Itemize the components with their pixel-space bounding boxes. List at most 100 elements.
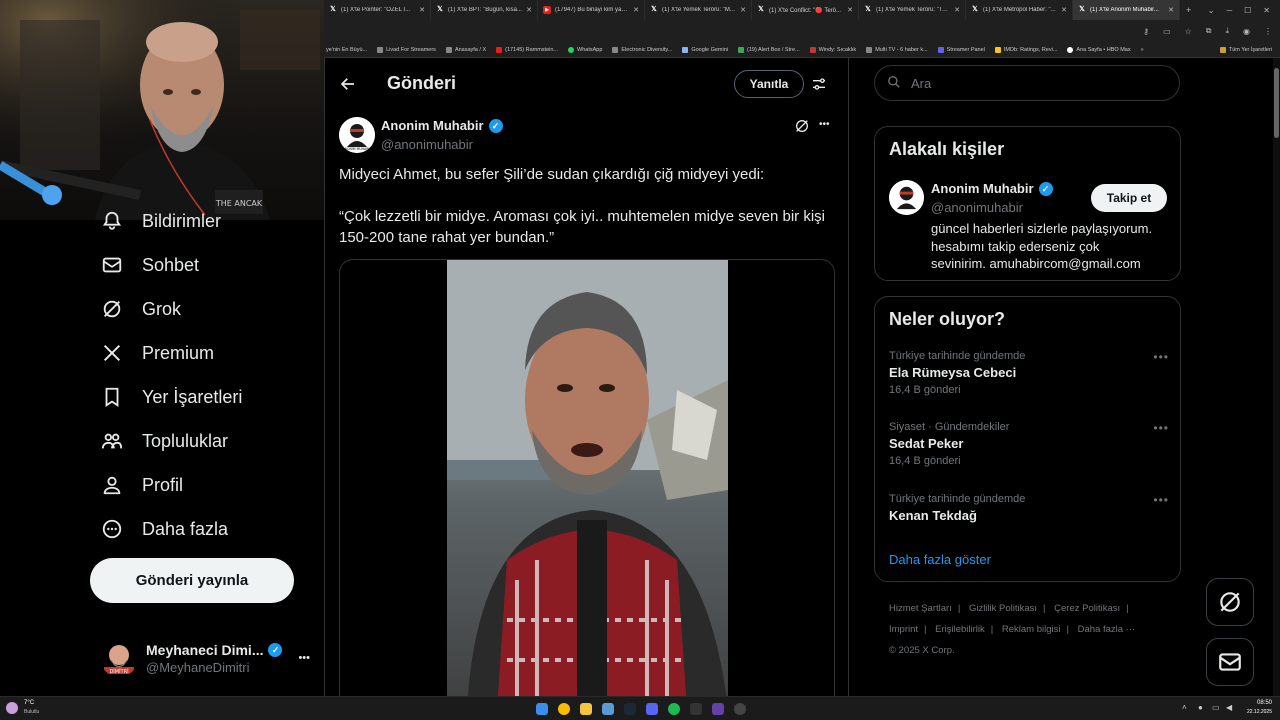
close-tab-icon[interactable]: ✕ [633,6,639,14]
browser-tab[interactable]: 𝕏 (1) X'te Conflict: "🔴 Terö... ✕ [752,0,859,20]
messages-floating-button[interactable] [1206,638,1254,686]
author-handle[interactable]: @anonimuhabir [381,137,473,152]
browser-tab[interactable]: ▶ (17947) Bu binayı kim yap... ✕ [538,0,645,20]
download-icon[interactable]: ⤓ [1225,26,1229,36]
clock-time[interactable]: 08:50 [1242,700,1272,706]
more-icon[interactable]: ••• [298,652,310,664]
more-icon[interactable]: ••• [1153,421,1169,435]
volume-icon[interactable]: ◀ [1226,703,1232,712]
bookmark-item[interactable]: Google Gemini [682,46,728,53]
bookmark-item[interactable]: IMDb: Ratings, Revi... [994,46,1057,53]
footer-link[interactable]: Çerez Politikası [1054,603,1120,614]
profile-icon[interactable]: ◉ [1243,27,1250,36]
browser-tab-active[interactable]: 𝕏 (1) X'te Anonim Muhabir... ✕ [1073,0,1180,20]
star-icon[interactable]: ☆ [1185,27,1192,36]
tweet-media[interactable] [339,259,835,696]
person-name-row[interactable]: Anonim Muhabir ✓ [931,181,1053,196]
follow-button[interactable]: Takip et [1091,184,1167,212]
grok-floating-button[interactable] [1206,578,1254,626]
tab-search-icon[interactable]: ⌄ [1208,6,1215,15]
microphone-icon[interactable]: ● [1198,703,1203,712]
bookmark-item[interactable]: Multi TV - 6 haber k... [866,46,928,53]
close-tab-icon[interactable]: ✕ [1061,6,1067,14]
scrollbar[interactable] [1273,58,1280,696]
bookmark-item[interactable]: Streamer Panel [937,46,985,53]
footer-link[interactable]: Hizmet Şartları [889,603,952,614]
bookmark-item[interactable]: (17145) Rammstein... [496,46,558,53]
close-window-icon[interactable]: ✕ [1263,6,1270,15]
file-explorer-icon[interactable] [580,703,592,715]
post-button[interactable]: Gönderi yayınla [90,558,294,603]
menu-icon[interactable]: ⋮ [1264,27,1272,36]
app-icon[interactable] [602,703,614,715]
bookmark-item[interactable]: Windy: Sıcaklık [809,46,856,53]
browser-tab[interactable]: 𝕏 (1) X'te Pointer: "ÖZEL I... ✕ [324,0,431,20]
chrome-icon[interactable] [558,703,570,715]
show-more-link[interactable]: Daha fazla göster [889,552,991,567]
close-tab-icon[interactable]: ✕ [740,6,746,14]
nav-chat[interactable]: Sohbet [100,252,199,278]
weather-desc[interactable]: Bulutlu [24,709,39,715]
author-avatar[interactable] [889,180,924,215]
windows-start-icon[interactable] [536,703,548,715]
bookmark-item[interactable]: ye'nin En Büyü... [326,47,367,53]
bookmark-item[interactable]: Electronic Diversity... [612,46,672,53]
close-tab-icon[interactable]: ✕ [526,6,532,14]
nav-premium[interactable]: Premium [100,340,214,366]
author-name-row[interactable]: Anonim Muhabir ✓ [381,118,503,133]
grok-icon[interactable] [794,118,810,139]
nav-notifications[interactable]: Bildirimler [100,208,221,234]
maximize-icon[interactable]: ☐ [1244,6,1251,15]
scrollbar-thumb[interactable] [1274,68,1279,138]
footer-link[interactable]: Gizlilik Politikası [969,603,1037,614]
nav-more[interactable]: Daha fazla [100,516,228,542]
browser-tab[interactable]: 𝕏 (1) X'te BPT: "Bugün, kısa... ✕ [431,0,538,20]
epic-games-icon[interactable] [690,703,702,715]
browser-tab[interactable]: 𝕏 (1) X'te Yemek Terörü: "Ta... ✕ [859,0,966,20]
person-handle[interactable]: @anonimuhabir [931,200,1023,215]
trend-item[interactable]: Türkiye tarihinde gündemde Ela Rümeysa C… [889,350,1169,396]
nav-grok[interactable]: Grok [100,296,181,322]
bookmark-item[interactable]: WhatsApp [568,46,602,53]
filter-icon[interactable] [811,76,827,97]
back-arrow-icon[interactable] [339,75,357,98]
bookmark-item[interactable]: (19) Alert Box / Stre... [738,46,800,53]
weather-temp[interactable]: 7°C [24,700,34,706]
new-tab-icon[interactable]: + [1180,5,1197,15]
minimize-icon[interactable]: ─ [1226,6,1232,15]
author-avatar[interactable]: ANONİM MUHABİR [339,117,375,153]
footer-link[interactable]: Daha fazla ··· [1078,624,1136,635]
nav-bookmarks[interactable]: Yer İşaretleri [100,384,242,410]
more-icon[interactable]: ••• [1153,493,1169,507]
browser-tab[interactable]: 𝕏 (1) X'te Metropol Haber: "... ✕ [966,0,1073,20]
obs-icon[interactable] [734,703,746,715]
bookmark-item[interactable]: Ana Sayfa • HBO Max [1067,46,1131,53]
close-tab-icon[interactable]: ✕ [1168,6,1174,14]
reply-button[interactable]: Yanıtla [734,70,804,98]
nav-profile[interactable]: Profil [100,472,183,498]
close-tab-icon[interactable]: ✕ [419,6,425,14]
trend-item[interactable]: Türkiye tarihinde gündemde Kenan Tekdağ … [889,493,1169,523]
trend-item[interactable]: Siyaset · Gündemdekiler Sedat Peker 16,4… [889,421,1169,467]
footer-link[interactable]: Imprint [889,624,918,635]
video-player[interactable] [447,260,728,696]
close-tab-icon[interactable]: ✕ [847,6,853,14]
browser-tab[interactable]: 𝕏 (1) X'te Yemek Terörü: "M... ✕ [645,0,752,20]
footer-link[interactable]: Erişilebilirlik [935,624,985,635]
spotify-icon[interactable] [668,703,680,715]
account-switcher[interactable]: DİMİTRİ Meyhaneci Dimi... ✓ @MeyhaneDimit… [100,636,310,680]
bookmarks-overflow[interactable]: » [1141,47,1144,53]
discord-icon[interactable] [646,703,658,715]
nav-communities[interactable]: Topluluklar [100,428,228,454]
close-tab-icon[interactable]: ✕ [954,6,960,14]
key-icon[interactable]: ⚷ [1143,27,1149,36]
cast-icon[interactable]: ▭ [1163,27,1171,36]
bookmark-item[interactable]: Livad For Streamers [377,46,436,53]
footer-link[interactable]: Reklam bilgisi [1002,624,1061,635]
more-icon[interactable]: ••• [819,119,830,130]
more-icon[interactable]: ••• [1153,350,1169,364]
steam-icon[interactable] [624,703,636,715]
extensions-icon[interactable]: ⧉ [1206,26,1212,36]
network-icon[interactable]: ▭ [1212,703,1220,712]
bookmark-item[interactable]: Anasayfa / X [445,46,486,53]
